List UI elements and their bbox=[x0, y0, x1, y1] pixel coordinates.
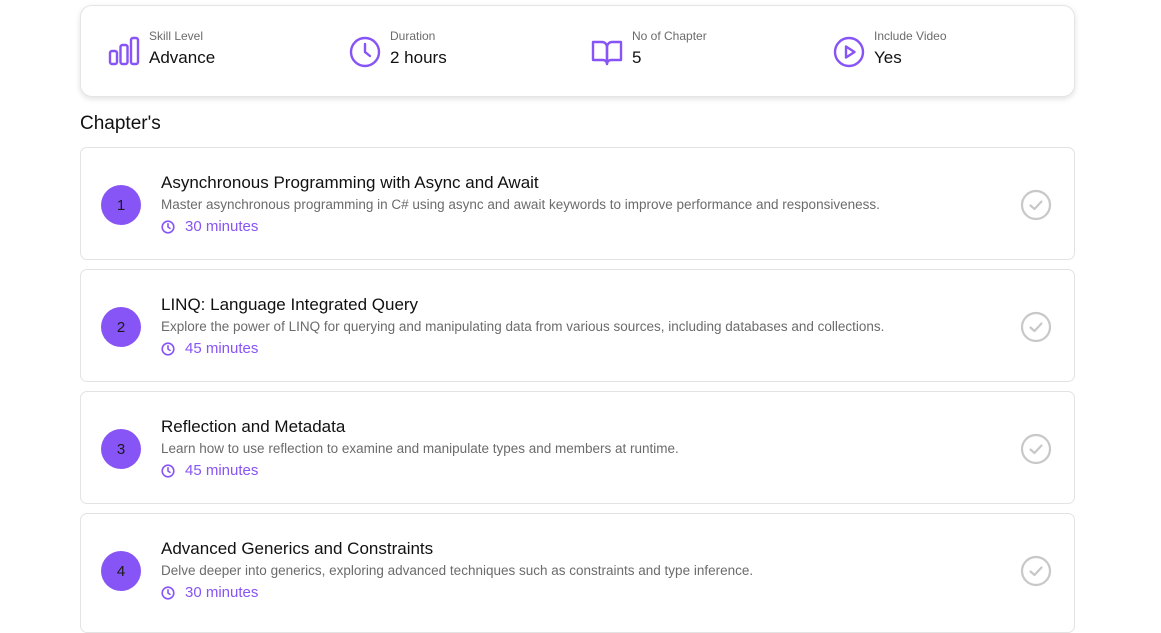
stat-label: Duration bbox=[390, 29, 436, 43]
stat-value: Yes bbox=[874, 48, 902, 67]
chapter-card[interactable]: 2 LINQ: Language Integrated Query Explor… bbox=[80, 269, 1075, 382]
stat-label: Include Video bbox=[874, 29, 947, 43]
chapter-duration: 45 minutes bbox=[161, 340, 954, 357]
check-circle-icon[interactable] bbox=[1020, 433, 1052, 465]
chapter-card[interactable]: 1 Asynchronous Programming with Async an… bbox=[80, 147, 1075, 260]
duration-text: 30 minutes bbox=[185, 218, 259, 235]
chapter-duration: 45 minutes bbox=[161, 462, 954, 479]
bar-chart-icon bbox=[107, 35, 141, 69]
duration-text: 30 minutes bbox=[185, 584, 259, 601]
stat-value: 2 hours bbox=[390, 48, 447, 67]
chapter-number-badge: 1 bbox=[101, 185, 141, 225]
stat-skill-level: Skill Level Advance bbox=[107, 6, 215, 98]
duration-text: 45 minutes bbox=[185, 462, 259, 479]
chapter-description: Master asynchronous programming in C# us… bbox=[161, 197, 880, 212]
book-icon bbox=[590, 35, 624, 69]
chapter-title: Reflection and Metadata bbox=[161, 417, 346, 436]
chapter-title: LINQ: Language Integrated Query bbox=[161, 295, 419, 314]
chapter-duration: 30 minutes bbox=[161, 584, 954, 601]
chapter-card[interactable]: 3 Reflection and Metadata Learn how to u… bbox=[80, 391, 1075, 504]
stat-label: No of Chapter bbox=[632, 29, 707, 43]
chapter-description: Learn how to use reflection to examine a… bbox=[161, 441, 679, 456]
chapter-title: Advanced Generics and Constraints bbox=[161, 539, 434, 558]
chapter-number-badge: 2 bbox=[101, 307, 141, 347]
stat-value: 5 bbox=[632, 48, 642, 67]
stat-include-video: Include Video Yes bbox=[832, 6, 947, 98]
course-stats-card: Skill Level Advance Duration 2 hours No … bbox=[80, 5, 1075, 97]
chapters-heading: Chapter's bbox=[80, 113, 161, 134]
chapter-duration: 30 minutes bbox=[161, 218, 954, 235]
stat-label: Skill Level bbox=[149, 29, 204, 43]
stat-duration: Duration 2 hours bbox=[348, 6, 447, 98]
clock-icon bbox=[161, 219, 175, 234]
chapter-number-badge: 4 bbox=[101, 551, 141, 591]
play-circle-icon bbox=[832, 35, 866, 69]
clock-icon bbox=[161, 341, 175, 356]
chapter-title: Asynchronous Programming with Async and … bbox=[161, 173, 539, 192]
check-circle-icon[interactable] bbox=[1020, 189, 1052, 221]
clock-icon bbox=[161, 463, 175, 478]
chapter-description: Explore the power of LINQ for querying a… bbox=[161, 319, 885, 334]
check-circle-icon[interactable] bbox=[1020, 311, 1052, 343]
check-circle-icon[interactable] bbox=[1020, 555, 1052, 587]
clock-icon bbox=[161, 585, 175, 600]
stat-value: Advance bbox=[149, 48, 216, 67]
stat-chapter-count: No of Chapter 5 bbox=[590, 6, 707, 98]
clock-icon bbox=[348, 35, 382, 69]
chapter-number-badge: 3 bbox=[101, 429, 141, 469]
chapter-description: Delve deeper into generics, exploring ad… bbox=[161, 563, 754, 578]
duration-text: 45 minutes bbox=[185, 340, 259, 357]
chapter-card[interactable]: 4 Advanced Generics and Constraints Delv… bbox=[80, 513, 1075, 633]
